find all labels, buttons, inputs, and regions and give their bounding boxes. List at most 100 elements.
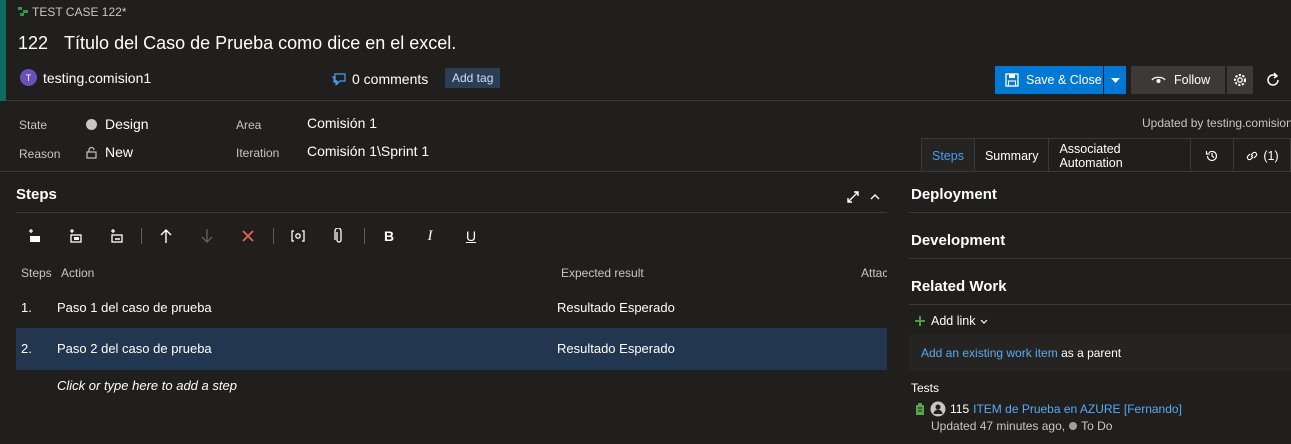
test-tube-icon: [916, 403, 924, 415]
assigned-to[interactable]: T testing.comision1: [20, 69, 151, 86]
settings-button[interactable]: [1227, 66, 1253, 94]
deployment-section-title[interactable]: Deployment: [911, 186, 997, 203]
assigned-user-name: testing.comision1: [43, 69, 152, 86]
plus-icon: [915, 316, 925, 326]
iteration-field[interactable]: Comisión 1\Sprint 1: [307, 143, 429, 159]
tests-group-label: Tests: [911, 381, 940, 395]
save-close-label: Save & Close: [1026, 73, 1102, 87]
state-label: State: [19, 118, 48, 132]
steps-controls: [846, 190, 880, 204]
work-item-title[interactable]: Título del Caso de Prueba como dice en e…: [64, 33, 456, 54]
eye-icon: [1151, 76, 1166, 83]
bold-icon: B: [383, 228, 395, 244]
italic-button[interactable]: I: [420, 226, 440, 246]
divider: [909, 258, 1291, 259]
column-header-attachments: Attac: [861, 266, 887, 280]
reason-value: New: [105, 144, 134, 160]
tab-history[interactable]: [1190, 138, 1234, 172]
follow-label: Follow: [1174, 73, 1211, 87]
work-item-id: 122: [18, 33, 49, 53]
insert-step-icon: [29, 229, 40, 242]
linked-test-id: 115: [950, 402, 970, 416]
table-row[interactable]: 1. Paso 1 del caso de prueba Resultado E…: [16, 287, 887, 329]
area-label: Area: [236, 118, 262, 132]
add-step-input[interactable]: Click or type here to add a step: [57, 378, 237, 393]
reason-field[interactable]: New: [86, 144, 133, 160]
steps-toolbar: B I U: [24, 226, 502, 246]
save-icon: [1005, 73, 1019, 87]
state-field[interactable]: Design: [86, 116, 149, 132]
lock-icon: [86, 146, 97, 159]
area-field[interactable]: Comisión 1: [307, 115, 377, 131]
divider: [909, 212, 1291, 213]
add-existing-work-item-link[interactable]: Add an existing work item: [921, 346, 1058, 360]
column-header-steps: Steps: [21, 266, 52, 280]
follow-button[interactable]: Follow: [1131, 66, 1225, 94]
toolbar-separator: [273, 228, 274, 244]
chevron-down-icon: [981, 319, 988, 324]
gear-icon: [1234, 74, 1246, 86]
step-number: 1.: [21, 300, 32, 315]
chevron-up-icon[interactable]: [870, 190, 880, 204]
linked-test-state: To Do: [1081, 419, 1113, 433]
refresh-icon: [1267, 72, 1279, 86]
area-value: Comisión 1: [307, 115, 378, 131]
create-shared-steps-button[interactable]: [106, 226, 126, 246]
step-expected-result[interactable]: Resultado Esperado: [557, 300, 675, 315]
step-action[interactable]: Paso 2 del caso de prueba: [57, 341, 212, 356]
insert-shared-steps-button[interactable]: [65, 226, 85, 246]
paperclip-icon: [334, 228, 342, 243]
italic-icon: I: [427, 227, 433, 244]
underline-button[interactable]: U: [461, 226, 481, 246]
comments-button[interactable]: 0 comments: [331, 71, 428, 87]
iteration-value: Comisión 1\Sprint 1: [307, 143, 430, 159]
divider: [909, 304, 1291, 305]
delete-icon: [242, 230, 254, 242]
comment-icon: [332, 72, 346, 85]
save-close-button[interactable]: Save & Close: [995, 66, 1103, 94]
avatar: T: [20, 69, 37, 86]
insert-step-button[interactable]: [24, 226, 44, 246]
attachment-button[interactable]: [329, 226, 349, 246]
tab-steps[interactable]: Steps: [921, 138, 975, 172]
page-title[interactable]: 122 Título del Caso de Prueba como dice …: [18, 33, 456, 54]
arrow-down-icon: [201, 229, 213, 243]
steps-section-title: Steps: [16, 186, 57, 203]
add-existing-suffix: as a parent: [1057, 346, 1122, 360]
state-dot-icon: [86, 118, 97, 130]
development-section-title[interactable]: Development: [911, 232, 1005, 249]
state-value: Design: [105, 116, 149, 132]
add-link-label: Add link: [931, 314, 976, 328]
history-icon: [1205, 150, 1218, 161]
tab-associated-automation[interactable]: Associated Automation: [1048, 138, 1192, 172]
updated-by[interactable]: Updated by testing.comision: [1142, 116, 1291, 130]
iteration-label: Iteration: [236, 146, 280, 160]
move-up-button[interactable]: [156, 226, 176, 246]
step-expected-result[interactable]: Resultado Esperado: [557, 341, 675, 356]
move-down-button[interactable]: [197, 226, 217, 246]
linked-test-title[interactable]: ITEM de Prueba en AZURE [Fernando]: [973, 402, 1182, 416]
expand-icon[interactable]: [846, 190, 860, 204]
links-count: (1): [1263, 148, 1279, 163]
delete-step-button[interactable]: [238, 226, 258, 246]
work-item-type-label: TEST CASE 122*: [32, 5, 127, 19]
insert-parameter-button[interactable]: [288, 226, 308, 246]
bold-button[interactable]: B: [379, 226, 399, 246]
column-header-action: Action: [61, 266, 95, 280]
linked-test-item[interactable]: 115 ITEM de Prueba en AZURE [Fernando]: [914, 401, 1182, 417]
save-options-dropdown[interactable]: [1104, 66, 1126, 94]
refresh-button[interactable]: [1260, 66, 1286, 94]
link-icon: [1247, 151, 1258, 160]
step-action[interactable]: Paso 1 del caso de prueba: [57, 300, 212, 315]
table-row[interactable]: 2. Paso 2 del caso de prueba Resultado E…: [16, 328, 887, 370]
state-dot-icon: [1069, 422, 1078, 430]
add-link-button[interactable]: Add link: [914, 314, 988, 328]
add-tag-button[interactable]: Add tag: [445, 68, 501, 88]
tab-summary[interactable]: Summary: [973, 138, 1050, 172]
tab-links[interactable]: (1): [1232, 138, 1291, 172]
divider: [0, 171, 1291, 172]
linked-test-meta: Updated 47 minutes ago, To Do: [931, 419, 1112, 433]
related-work-section-title[interactable]: Related Work: [911, 278, 1007, 295]
step-number: 2.: [21, 341, 32, 356]
underline-icon: U: [465, 228, 477, 244]
